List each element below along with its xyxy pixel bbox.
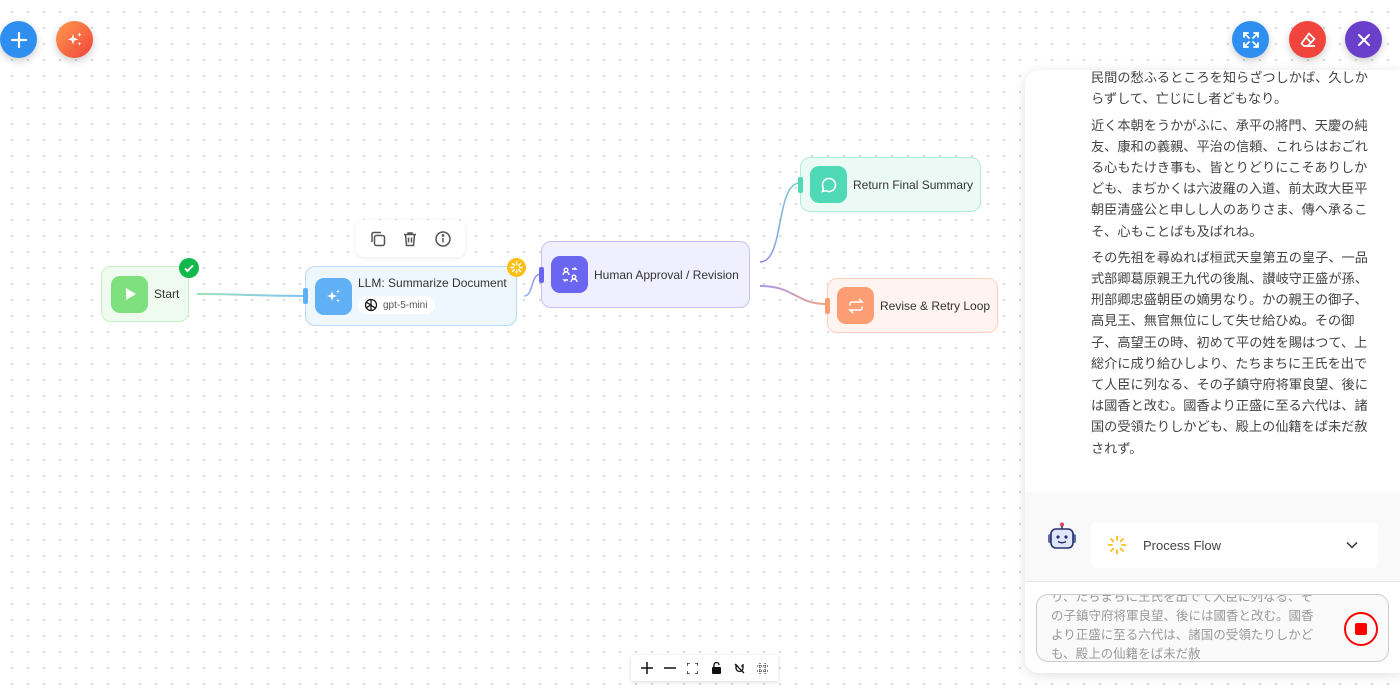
edge-start-llm xyxy=(196,293,306,297)
close-icon xyxy=(1357,33,1370,46)
chevron-down-icon xyxy=(1346,541,1358,549)
repeat-icon xyxy=(837,287,874,324)
chat-input[interactable]: り、たちまちに王氏を出でて人臣に列なる、その子鎮守府将軍良望、後には國香と改む。… xyxy=(1036,594,1389,662)
running-spinner-icon xyxy=(507,258,526,277)
user-switch-icon xyxy=(551,256,588,293)
edge-human-return xyxy=(759,182,801,263)
node-label: Revise & Retry Loop xyxy=(880,298,991,313)
fit-view-icon[interactable] xyxy=(684,659,702,677)
input-handle[interactable] xyxy=(825,297,830,314)
message-paragraph: 近く本朝をうかがふに、承平の將門、天慶の純友、康和の義親、平治の信頼、これらはお… xyxy=(1091,118,1368,240)
node-label: Return Final Summary xyxy=(853,177,974,192)
node-start[interactable]: Start xyxy=(101,258,199,322)
expand-button[interactable] xyxy=(1232,21,1269,58)
input-handle[interactable] xyxy=(798,176,803,193)
node-toolbar xyxy=(356,220,465,257)
process-flow-dropdown[interactable]: Process Flow xyxy=(1091,522,1378,568)
info-icon[interactable] xyxy=(434,230,452,248)
magnet-icon[interactable] xyxy=(730,659,748,677)
node-label: LLM: Summarize Document xyxy=(358,276,507,290)
lock-icon[interactable] xyxy=(707,659,725,677)
message-paragraph: を思ひいれず、天下の乱れむ事を悟らずして、民間の愁ふるところを知らざつしかば、久… xyxy=(1091,71,1368,108)
copy-icon[interactable] xyxy=(369,230,387,248)
sparkles-icon xyxy=(315,277,352,315)
expand-icon xyxy=(1242,31,1259,48)
node-label: Human Approval / Revision xyxy=(594,267,739,282)
grid-icon[interactable] xyxy=(753,659,771,677)
clear-button[interactable] xyxy=(1289,21,1326,58)
close-button[interactable] xyxy=(1345,21,1382,58)
check-icon xyxy=(179,258,199,278)
loading-spinner-icon xyxy=(1107,535,1127,555)
model-badge: gpt-5-mini xyxy=(358,296,436,314)
input-handle[interactable] xyxy=(539,266,544,283)
zoom-out-icon[interactable] xyxy=(661,659,679,677)
message-icon xyxy=(810,166,847,203)
openai-icon xyxy=(364,298,378,312)
node-revise-retry[interactable]: Revise & Retry Loop xyxy=(825,278,998,333)
node-human-approval[interactable]: Human Approval / Revision xyxy=(539,241,750,308)
canvas-controls xyxy=(631,655,778,681)
node-return-summary[interactable]: Return Final Summary xyxy=(798,157,981,212)
message-paragraph: その先祖を尋ぬれば桓武天皇第五の皇子、一品式部卿葛原親王九代の後胤、讃岐守正盛が… xyxy=(1091,250,1368,457)
process-flow-label: Process Flow xyxy=(1143,537,1222,553)
edge-human-revise xyxy=(759,285,828,305)
robot-icon xyxy=(1047,522,1077,555)
node-label: Start xyxy=(154,287,180,301)
chat-input-text: り、たちまちに王氏を出でて人臣に列なる、その子鎮守府将軍良望、後には國香と改む。… xyxy=(1051,594,1314,661)
node-llm[interactable]: LLM: Summarize Document gpt-5-mini xyxy=(303,258,526,326)
input-handle[interactable] xyxy=(303,288,308,304)
assistant-message: を思ひいれず、天下の乱れむ事を悟らずして、民間の愁ふるところを知らざつしかば、久… xyxy=(1091,70,1376,465)
eraser-icon xyxy=(1300,32,1315,47)
stop-button[interactable] xyxy=(1344,612,1378,646)
chat-panel: を思ひいれず、天下の乱れむ事を悟らずして、民間の愁ふるところを知らざつしかば、久… xyxy=(1025,70,1400,673)
process-flow-bar: Process Flow xyxy=(1025,492,1400,582)
zoom-in-icon[interactable] xyxy=(638,659,656,677)
stop-icon xyxy=(1355,623,1367,635)
play-icon xyxy=(111,275,148,313)
trash-icon[interactable] xyxy=(401,230,419,248)
